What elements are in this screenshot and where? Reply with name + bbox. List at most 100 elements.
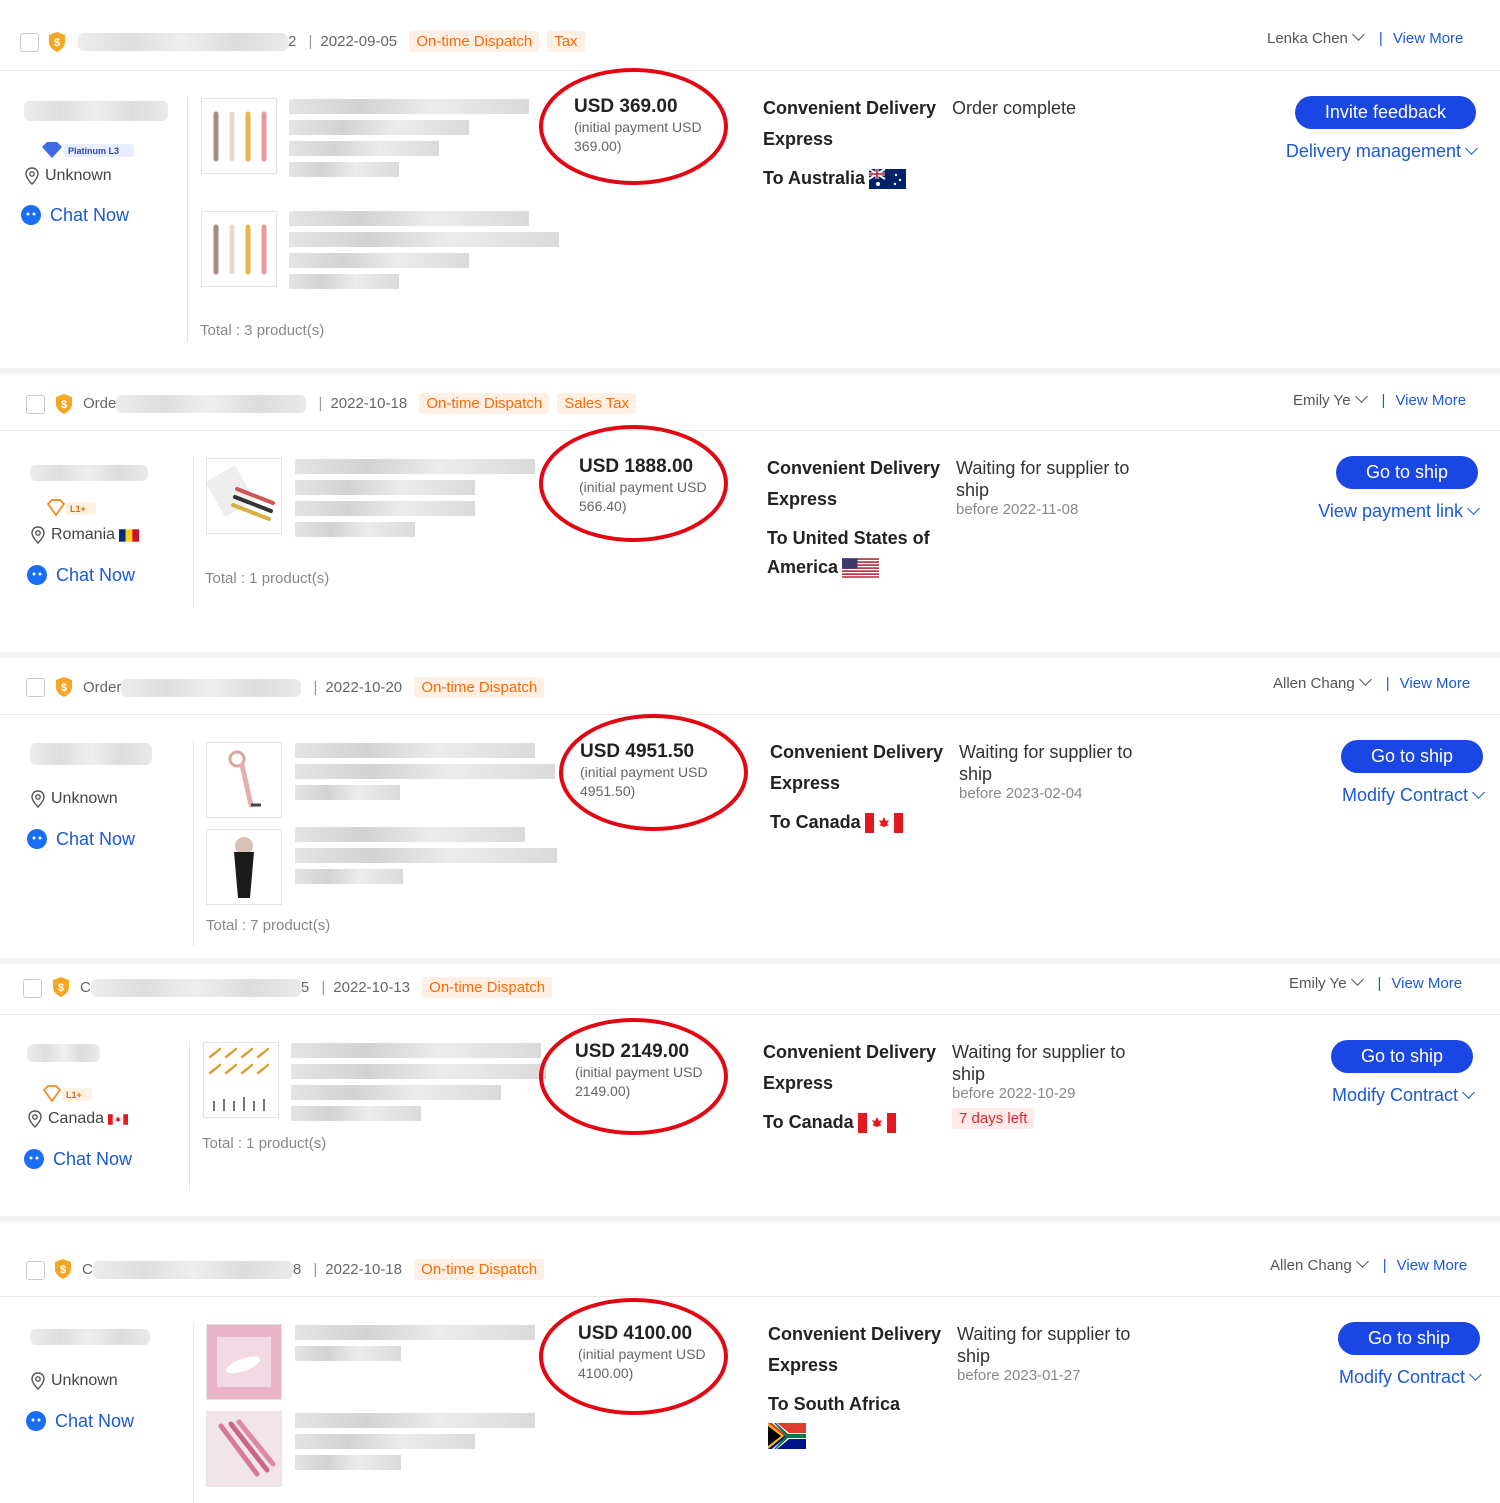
order-price: USD 2149.00 (initial payment USD 2149.00… xyxy=(575,1041,703,1099)
svg-text:L1+: L1+ xyxy=(66,1090,82,1100)
product-thumbnail[interactable] xyxy=(206,1324,282,1400)
product-desc-blurred xyxy=(295,743,555,806)
level-badge: L1+ xyxy=(46,499,98,517)
chevron-down-icon xyxy=(1462,1086,1475,1099)
location-pin-icon xyxy=(31,1372,45,1390)
level-badge: L1+ xyxy=(42,1085,94,1103)
view-more-link[interactable]: View More xyxy=(1393,30,1464,47)
chat-bubble-icon xyxy=(26,1411,46,1431)
canada-flag-icon xyxy=(864,813,903,834)
view-payment-link-dropdown[interactable]: View payment link xyxy=(1318,501,1480,522)
view-more-link[interactable]: View More xyxy=(1400,675,1471,692)
divider xyxy=(193,741,194,946)
total-products: Total : 1 product(s) xyxy=(205,570,330,587)
product-thumbnail[interactable] xyxy=(203,1042,279,1118)
go-to-ship-button[interactable]: Go to ship xyxy=(1335,456,1478,489)
shipping-method: Convenient Delivery Express To Canada xyxy=(770,742,944,834)
order-checkbox[interactable] xyxy=(20,33,39,52)
svg-text:$: $ xyxy=(58,982,64,994)
header-right: Emily Ye | View More xyxy=(1289,973,1463,992)
assignee-dropdown[interactable]: Allen Chang xyxy=(1270,1255,1369,1274)
product-thumbnail[interactable] xyxy=(206,829,282,905)
view-more-link[interactable]: View More xyxy=(1397,1257,1468,1274)
chat-now-button[interactable]: Chat Now xyxy=(26,564,135,586)
assignee-dropdown[interactable]: Emily Ye xyxy=(1293,390,1368,409)
chat-bubble-icon xyxy=(27,565,47,585)
delivery-management-dropdown[interactable]: Delivery management xyxy=(1286,141,1478,162)
buyer-location: Unknown xyxy=(24,167,112,185)
divider xyxy=(187,97,188,342)
shipping-method: Convenient Delivery Express To Australia xyxy=(763,98,937,190)
shipping-method: Convenient Delivery Express To Canada xyxy=(763,1042,937,1134)
view-more-link[interactable]: View More xyxy=(1395,392,1466,409)
go-to-ship-button[interactable]: Go to ship xyxy=(1337,1322,1480,1355)
order-number[interactable]: Orde | 2022-10-18 On-time Dispatch Sales T… xyxy=(83,393,636,414)
order-checkbox[interactable] xyxy=(26,1261,45,1280)
assignee-dropdown[interactable]: Lenka Chen xyxy=(1267,28,1365,47)
chevron-down-icon xyxy=(1350,973,1364,986)
order-checkbox[interactable] xyxy=(26,678,45,697)
invite-feedback-button[interactable]: Invite feedback xyxy=(1294,96,1476,129)
trade-assurance-icon: $ xyxy=(56,677,72,697)
modify-contract-dropdown[interactable]: Modify Contract xyxy=(1331,1085,1475,1106)
modify-contract-dropdown[interactable]: Modify Contract xyxy=(1338,1367,1482,1388)
svg-text:L1+: L1+ xyxy=(70,504,86,514)
order-status: Waiting for supplier to ship before 2023… xyxy=(957,1324,1131,1384)
buyer-name-blurred xyxy=(30,464,148,481)
product-thumbnail[interactable] xyxy=(206,458,282,534)
assignee-dropdown[interactable]: Emily Ye xyxy=(1289,973,1364,992)
go-to-ship-button[interactable]: Go to ship xyxy=(1340,740,1483,773)
order-checkbox[interactable] xyxy=(23,979,42,998)
order-price: USD 4100.00 (initial payment USD 4100.00… xyxy=(578,1323,706,1381)
chat-now-button[interactable]: Chat Now xyxy=(23,1148,132,1170)
order-number[interactable]: 2 | 2022-09-05 On-time Dispatch Tax xyxy=(78,31,585,52)
chat-now-button[interactable]: Chat Now xyxy=(20,204,129,226)
chat-now-button[interactable]: Chat Now xyxy=(25,1410,134,1432)
days-left-badge: 7 days left xyxy=(952,1108,1035,1129)
product-thumbnail[interactable] xyxy=(206,1411,282,1487)
chevron-down-icon xyxy=(1467,502,1480,515)
buyer-location: Unknown xyxy=(30,1372,118,1390)
order-checkbox[interactable] xyxy=(26,395,45,414)
product-desc-blurred xyxy=(291,1043,546,1127)
buyer-name-blurred xyxy=(24,101,168,121)
buyer-location: Canada xyxy=(27,1110,129,1128)
view-more-link[interactable]: View More xyxy=(1391,975,1462,992)
buyer-name-blurred xyxy=(30,743,152,765)
location-pin-icon xyxy=(31,790,45,808)
chat-bubble-icon xyxy=(21,205,41,225)
platinum-badge: Platinum L3 xyxy=(40,141,136,159)
modify-contract-dropdown[interactable]: Modify Contract xyxy=(1341,785,1485,806)
order-number[interactable]: Order | 2022-10-20 On-time Dispatch xyxy=(83,677,545,698)
order-price: USD 4951.50 (initial payment USD 4951.50… xyxy=(580,741,708,799)
order-card: $ C8 | 2022-10-18 On-time Dispatch Allen … xyxy=(0,1222,1500,1503)
order-number[interactable]: C5 | 2022-10-13 On-time Dispatch xyxy=(80,977,553,998)
order-header: $ C8 | 2022-10-18 On-time Dispatch Allen … xyxy=(0,1222,1500,1297)
divider xyxy=(189,1041,190,1191)
header-right: Allen Chang | View More xyxy=(1270,1255,1468,1274)
order-card: $ C5 | 2022-10-13 On-time Dispatch Emily … xyxy=(0,964,1500,1216)
location-pin-icon xyxy=(25,167,39,185)
tag-tax: Tax xyxy=(547,31,585,52)
header-right: Emily Ye | View More xyxy=(1293,390,1467,409)
order-date: 2022-10-20 xyxy=(325,679,403,696)
trade-assurance-icon: $ xyxy=(49,32,65,52)
product-desc-blurred xyxy=(295,1413,535,1476)
svg-text:$: $ xyxy=(61,399,67,411)
order-status: Waiting for supplier to ship before 2022… xyxy=(956,458,1130,518)
product-thumbnail[interactable] xyxy=(201,98,277,174)
product-thumbnail[interactable] xyxy=(201,211,277,287)
chat-now-button[interactable]: Chat Now xyxy=(26,828,135,850)
product-thumbnail[interactable] xyxy=(206,742,282,818)
order-number[interactable]: C8 | 2022-10-18 On-time Dispatch xyxy=(82,1259,545,1280)
product-desc-blurred xyxy=(295,459,535,543)
location-pin-icon xyxy=(28,1110,42,1128)
header-right: Lenka Chen | View More xyxy=(1267,28,1464,47)
assignee-dropdown[interactable]: Allen Chang xyxy=(1273,673,1372,692)
svg-text:Platinum L3: Platinum L3 xyxy=(68,146,119,156)
tag-on-time-dispatch: On-time Dispatch xyxy=(422,977,553,998)
header-right: Allen Chang | View More xyxy=(1273,673,1471,692)
chat-bubble-icon xyxy=(24,1149,44,1169)
go-to-ship-button[interactable]: Go to ship xyxy=(1330,1040,1473,1073)
trade-assurance-icon: $ xyxy=(55,1259,71,1279)
